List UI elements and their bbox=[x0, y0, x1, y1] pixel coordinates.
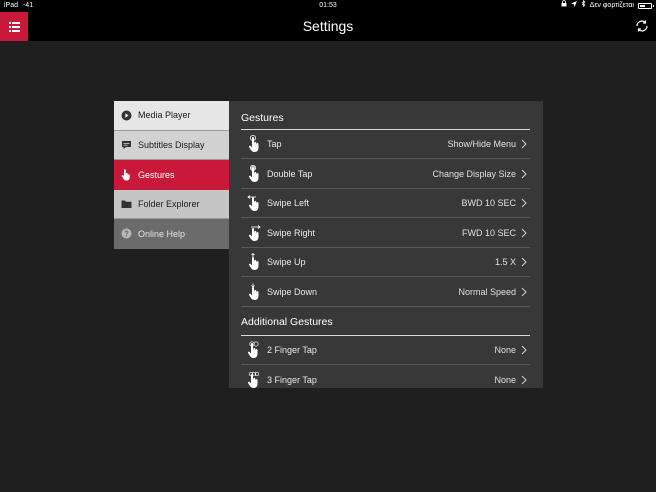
battery-icon bbox=[638, 3, 654, 9]
status-right: Δεν φορτίζεται bbox=[561, 0, 654, 12]
play-icon bbox=[120, 109, 132, 121]
chevron-right-icon bbox=[521, 228, 527, 237]
swipe-left-gesture-icon bbox=[247, 195, 259, 211]
row-label: Swipe Right bbox=[267, 227, 316, 238]
gesture-row-double-tap[interactable]: Double Tap Change Display Size bbox=[241, 160, 530, 189]
row-label: Swipe Left bbox=[267, 198, 310, 208]
gesture-row-swipe-up[interactable]: Swipe Up 1.5 X bbox=[241, 248, 530, 277]
sidebar-item-media-player[interactable]: Media Player bbox=[114, 101, 229, 131]
gesture-row-tap[interactable]: Tap Show/Hide Menu bbox=[241, 130, 530, 159]
tap-gesture-icon bbox=[248, 135, 259, 152]
section-title-gestures: Gestures bbox=[241, 112, 284, 124]
sidebar-item-label: Online Help bbox=[138, 228, 186, 239]
chevron-right-icon bbox=[521, 139, 527, 149]
gesture-row-swipe-right[interactable]: Swipe Right FWD 10 SEC bbox=[241, 219, 530, 248]
sidebar-item-online-help[interactable]: ? Online Help bbox=[114, 219, 229, 249]
folder-icon bbox=[120, 198, 132, 210]
page-title: Settings bbox=[302, 18, 354, 34]
row-label: 2 Finger Tap bbox=[267, 345, 317, 355]
row-value: Change Display Size bbox=[432, 168, 516, 179]
gesture-row-swipe-down[interactable]: Swipe Down Normal Speed bbox=[241, 278, 530, 307]
chevron-right-icon bbox=[521, 345, 527, 355]
location-icon bbox=[570, 0, 577, 12]
row-label: 3 Finger Tap bbox=[267, 374, 317, 385]
sidebar-item-gestures[interactable]: Gestures bbox=[114, 160, 229, 190]
two-finger-tap-gesture-icon bbox=[247, 341, 259, 358]
sidebar-item-label: Subtitles Display bbox=[138, 139, 205, 150]
row-value: 1.5 X bbox=[494, 257, 516, 267]
help-icon: ? bbox=[120, 228, 132, 240]
swipe-up-gesture-icon bbox=[248, 253, 259, 270]
three-finger-tap-gesture-icon bbox=[247, 371, 260, 388]
gesture-row-2-finger-tap[interactable]: 2 Finger Tap None bbox=[241, 336, 530, 365]
nav-bar: Settings bbox=[0, 12, 656, 41]
chevron-right-icon bbox=[521, 169, 527, 178]
row-value: FWD 10 SEC bbox=[461, 227, 516, 238]
row-label: Double Tap bbox=[267, 168, 313, 179]
row-value: Normal Speed bbox=[458, 286, 516, 297]
sidebar-item-folder-explorer[interactable]: Folder Explorer bbox=[114, 189, 229, 219]
sidebar-item-subtitles-display[interactable]: Subtitles Display bbox=[114, 130, 229, 160]
row-label: Swipe Down bbox=[267, 286, 318, 297]
charging-status: Δεν φορτίζεται bbox=[589, 2, 634, 9]
row-value: Show/Hide Menu bbox=[447, 139, 516, 149]
double-tap-gesture-icon bbox=[248, 164, 259, 182]
bluetooth-icon bbox=[581, 0, 586, 12]
refresh-button[interactable] bbox=[634, 18, 650, 34]
gestures-panel: Gestures Tap Show/Hide Menu Double Tap C… bbox=[229, 101, 543, 388]
chevron-right-icon bbox=[521, 287, 527, 296]
svg-text:?: ? bbox=[124, 230, 129, 239]
status-time: 01:53 bbox=[319, 2, 337, 9]
row-value: None bbox=[494, 345, 516, 355]
chevron-right-icon bbox=[521, 198, 527, 208]
sidebar-item-label: Folder Explorer bbox=[138, 198, 200, 209]
section-title-additional-gestures: Additional Gestures bbox=[241, 316, 333, 328]
sidebar-item-label: Media Player bbox=[138, 110, 191, 121]
speech-bubble-icon bbox=[120, 139, 132, 151]
row-value: BWD 10 SEC bbox=[461, 198, 516, 208]
chevron-right-icon bbox=[521, 257, 527, 267]
gesture-row-3-finger-tap[interactable]: 3 Finger Tap None bbox=[241, 366, 530, 389]
chevron-right-icon bbox=[521, 375, 527, 384]
settings-sidebar: Media Player Subtitles Display Gestures … bbox=[114, 101, 229, 249]
row-value: None bbox=[494, 374, 516, 385]
status-bar: iPad -41 01:53 Δεν φορτίζεται bbox=[0, 0, 656, 12]
gesture-row-swipe-left[interactable]: Swipe Left BWD 10 SEC bbox=[241, 189, 530, 218]
refresh-icon bbox=[636, 20, 648, 32]
row-label: Tap bbox=[267, 139, 282, 149]
hand-icon bbox=[120, 169, 132, 181]
sidebar-item-label: Gestures bbox=[138, 169, 175, 180]
swipe-down-gesture-icon bbox=[248, 283, 259, 300]
row-label: Swipe Up bbox=[267, 257, 306, 267]
swipe-right-gesture-icon bbox=[248, 224, 261, 241]
lock-icon bbox=[561, 0, 567, 12]
